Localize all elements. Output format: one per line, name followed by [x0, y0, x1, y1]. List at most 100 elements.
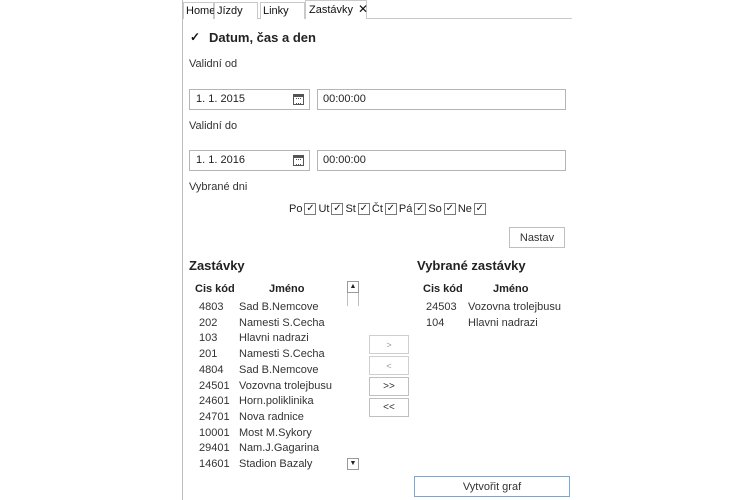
selected-stops-title: Vybrané zastávky [417, 258, 526, 273]
list-item[interactable]: 24601 Horn.poliklinika [199, 395, 359, 410]
add-all-stops-button[interactable]: >> [369, 377, 409, 396]
stop-name: Hlavni nadrazi [239, 332, 309, 345]
tab-jizdy[interactable]: Jízdy [214, 2, 258, 19]
list-item[interactable]: 29401 Nam.J.Gagarina [199, 442, 359, 457]
stop-code: 10001 [199, 426, 230, 439]
day-ct[interactable]: Čt ✓ [372, 203, 397, 215]
tab-zastavky-label: Zastávky [309, 4, 354, 16]
list-item[interactable]: 104 Hlavni nadrazi [426, 317, 586, 332]
list-item[interactable]: 24701 Nova radnice [199, 411, 359, 426]
day-ut-checkbox[interactable]: ✓ [331, 203, 344, 215]
day-st[interactable]: St ✓ [345, 203, 370, 215]
stop-code: 24601 [199, 395, 230, 408]
selected-col-name: Jméno [493, 283, 529, 295]
valid-to-date-value: 1. 1. 2016 [196, 154, 245, 166]
stop-name: Sad B.Nemcove [239, 363, 319, 376]
valid-from-date-value: 1. 1. 2015 [196, 93, 245, 105]
stop-name: Most M.Sykory [239, 426, 312, 439]
tab-linky[interactable]: Linky [260, 2, 305, 19]
day-pa-label: Pá [398, 203, 413, 215]
stop-code: 4804 [199, 363, 224, 376]
list-item[interactable]: 24501 Vozovna trolejbusu [199, 380, 359, 395]
stop-name: Horn.poliklinika [239, 395, 314, 408]
scroll-up-icon[interactable]: ▲ [347, 281, 359, 293]
valid-to-time-value: 00:00:00 [323, 154, 366, 166]
day-ne[interactable]: Ne ✓ [458, 203, 486, 215]
stop-name: Nova radnice [239, 410, 304, 423]
list-item[interactable]: 103 Hlavni nadrazi [199, 332, 359, 347]
valid-from-time-field[interactable]: 00:00:00 [317, 89, 566, 110]
valid-to-label: Validní do [189, 120, 238, 132]
day-ne-label: Ne [457, 203, 472, 215]
tab-linky-label: Linky [263, 5, 289, 17]
tab-home[interactable]: Home [183, 2, 216, 19]
calendar-icon[interactable] [293, 155, 304, 166]
stop-name: Stadion Bazaly [239, 458, 313, 470]
day-ut-label: Ut [318, 203, 330, 215]
stop-code: 24701 [199, 410, 230, 423]
day-pa[interactable]: Pá ✓ [398, 203, 427, 215]
list-item[interactable]: 4803 Sad B.Nemcove [199, 301, 359, 316]
stop-code: 201 [199, 348, 218, 361]
list-item[interactable]: 201 Namesti S.Cecha [199, 348, 359, 363]
tab-bar: Home Jízdy Linky Zastávky ✕ [183, 0, 572, 19]
selected-col-code: Cis kód [423, 283, 463, 295]
stop-name: Hlavni nadrazi [468, 316, 538, 329]
main-panel: Home Jízdy Linky Zastávky ✕ ✓ Datum, čas … [182, 0, 572, 500]
day-po[interactable]: Po ✓ [289, 203, 317, 215]
valid-to-time-field[interactable]: 00:00:00 [317, 150, 566, 171]
valid-from-label: Validní od [189, 58, 238, 70]
valid-from-date-picker[interactable]: 1. 1. 2015 [189, 89, 310, 110]
day-po-label: Po [289, 203, 303, 215]
day-pa-checkbox[interactable]: ✓ [414, 203, 427, 215]
day-so-checkbox[interactable]: ✓ [443, 203, 456, 215]
list-item[interactable]: 202 Namesti S.Cecha [199, 317, 359, 332]
add-stop-button[interactable]: > [369, 335, 409, 354]
day-so[interactable]: So ✓ [428, 203, 456, 215]
days-label: Vybrané dni [189, 181, 248, 193]
day-ct-checkbox[interactable]: ✓ [384, 203, 397, 215]
calendar-icon[interactable] [293, 94, 304, 105]
stops-col-name: Jméno [269, 283, 305, 295]
day-ne-checkbox[interactable]: ✓ [473, 203, 486, 215]
stop-code: 29401 [199, 442, 230, 455]
stop-name: Vozovna trolejbusu [468, 301, 561, 313]
list-item[interactable]: 14601 Stadion Bazaly [199, 458, 359, 473]
stop-name: Sad B.Nemcove [239, 301, 319, 313]
valid-from-time-value: 00:00:00 [323, 93, 366, 105]
stops-title: Zastávky [189, 258, 245, 273]
create-graph-button[interactable]: Vytvořit graf [414, 476, 570, 497]
day-ut[interactable]: Ut ✓ [318, 203, 344, 215]
section-checkbox[interactable]: ✓ [189, 31, 201, 43]
tab-home-label: Home [186, 5, 216, 17]
stop-name: Nam.J.Gagarina [239, 442, 320, 455]
stop-name: Vozovna trolejbusu [239, 379, 332, 392]
list-item[interactable]: 24503 Vozovna trolejbusu [426, 301, 586, 316]
stop-code: 104 [426, 316, 445, 329]
stop-code: 14601 [199, 458, 230, 470]
list-item[interactable]: 4804 Sad B.Nemcove [199, 364, 359, 379]
stop-name: Namesti S.Cecha [239, 348, 325, 361]
stop-code: 24501 [199, 379, 230, 392]
day-so-label: So [428, 203, 442, 215]
days-selector: Po ✓ Ut ✓ St ✓ Čt ✓ Pá ✓ So ✓ Ne ✓ [289, 203, 488, 215]
stop-code: 202 [199, 316, 218, 329]
close-icon[interactable]: ✕ [358, 2, 368, 16]
section-title: Datum, čas a den [209, 29, 316, 45]
stop-code: 103 [199, 332, 218, 345]
remove-stop-button[interactable]: < [369, 356, 409, 375]
remove-all-stops-button[interactable]: << [369, 398, 409, 417]
day-ct-label: Čt [371, 203, 383, 215]
day-st-checkbox[interactable]: ✓ [357, 203, 370, 215]
stop-name: Namesti S.Cecha [239, 316, 325, 329]
list-item[interactable]: 10001 Most M.Sykory [199, 427, 359, 442]
tab-jizdy-label: Jízdy [217, 5, 243, 17]
set-button[interactable]: Nastav [509, 227, 565, 248]
scrollbar-thumb[interactable] [347, 293, 359, 306]
datetime-section-header: ✓ Datum, čas a den [189, 29, 316, 45]
stop-code: 24503 [426, 301, 457, 313]
valid-to-date-picker[interactable]: 1. 1. 2016 [189, 150, 310, 171]
tab-zastavky[interactable]: Zastávky ✕ [305, 0, 368, 19]
scroll-down-icon[interactable]: ▼ [347, 458, 359, 470]
day-po-checkbox[interactable]: ✓ [304, 203, 317, 215]
